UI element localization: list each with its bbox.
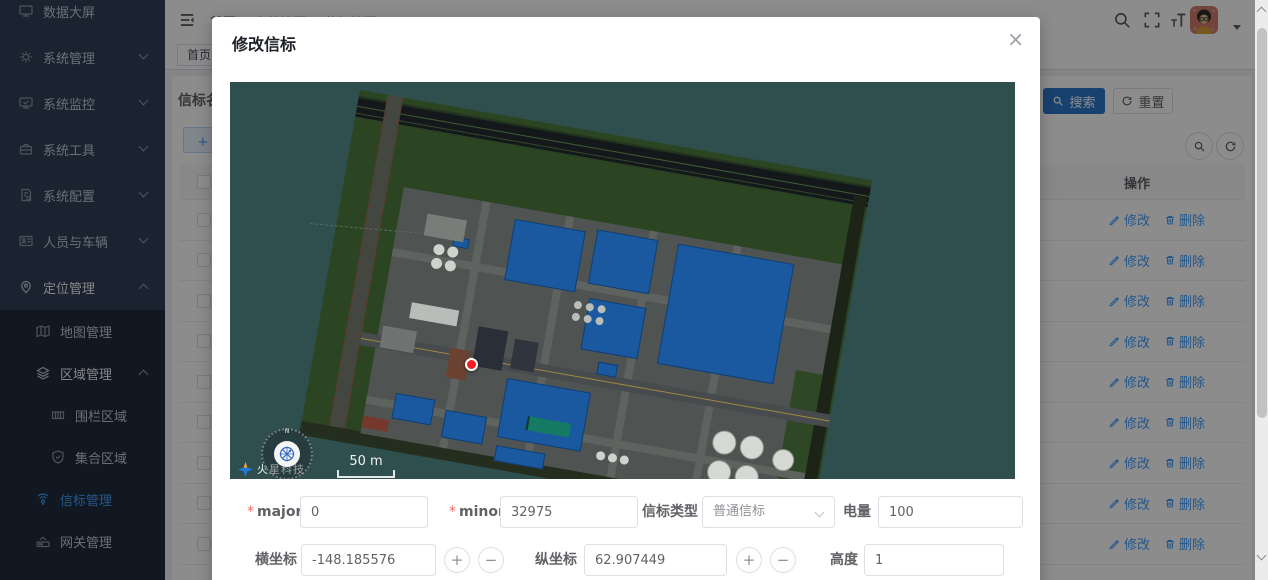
x-decrease-button[interactable]: − [478,547,504,573]
height-input[interactable] [864,544,1004,576]
beacon-marker[interactable] [465,358,478,371]
y-coordinate-label: 纵坐标 [535,544,577,576]
x-coordinate-label: 横坐标 [255,544,297,576]
minor-label: *minor [449,496,505,528]
beacon-type-select[interactable]: 普通信标 [702,496,835,528]
major-label: *major [247,496,302,528]
battery-label: 电量 [843,496,871,528]
edit-beacon-modal: 修改信标 × [212,17,1040,580]
battery-input[interactable] [878,496,1023,528]
scale-label: 50 m [337,454,395,469]
y-increase-button[interactable]: + [736,547,762,573]
scale-bracket [337,470,395,478]
map-scale-bar: 50 m [337,454,395,478]
beacon-map[interactable]: N 火星科技 50 m [230,82,1015,479]
compass-rose-icon[interactable] [274,441,300,467]
compass-north-label: N [285,428,290,435]
page-scrollbar[interactable] [1255,0,1268,580]
beacon-type-label: 信标类型 [642,496,698,528]
modal-title: 修改信标 [232,31,296,55]
y-decrease-button[interactable]: − [770,547,796,573]
x-increase-button[interactable]: + [444,547,470,573]
scroll-up-icon[interactable] [1257,7,1267,17]
height-label: 高度 [830,544,858,576]
minor-input[interactable] [500,496,638,528]
scrollbar-thumb[interactable] [1257,28,1267,418]
map-site-graphic [299,90,872,479]
chevron-down-icon [815,508,825,518]
x-coordinate-input[interactable] [301,544,436,576]
scroll-down-icon[interactable] [1257,551,1267,561]
compass-control[interactable]: N [261,428,313,479]
major-input[interactable] [300,496,428,528]
modal-close-icon[interactable]: × [1007,27,1024,51]
mars-star-icon [238,462,253,477]
y-coordinate-input[interactable] [584,544,727,576]
